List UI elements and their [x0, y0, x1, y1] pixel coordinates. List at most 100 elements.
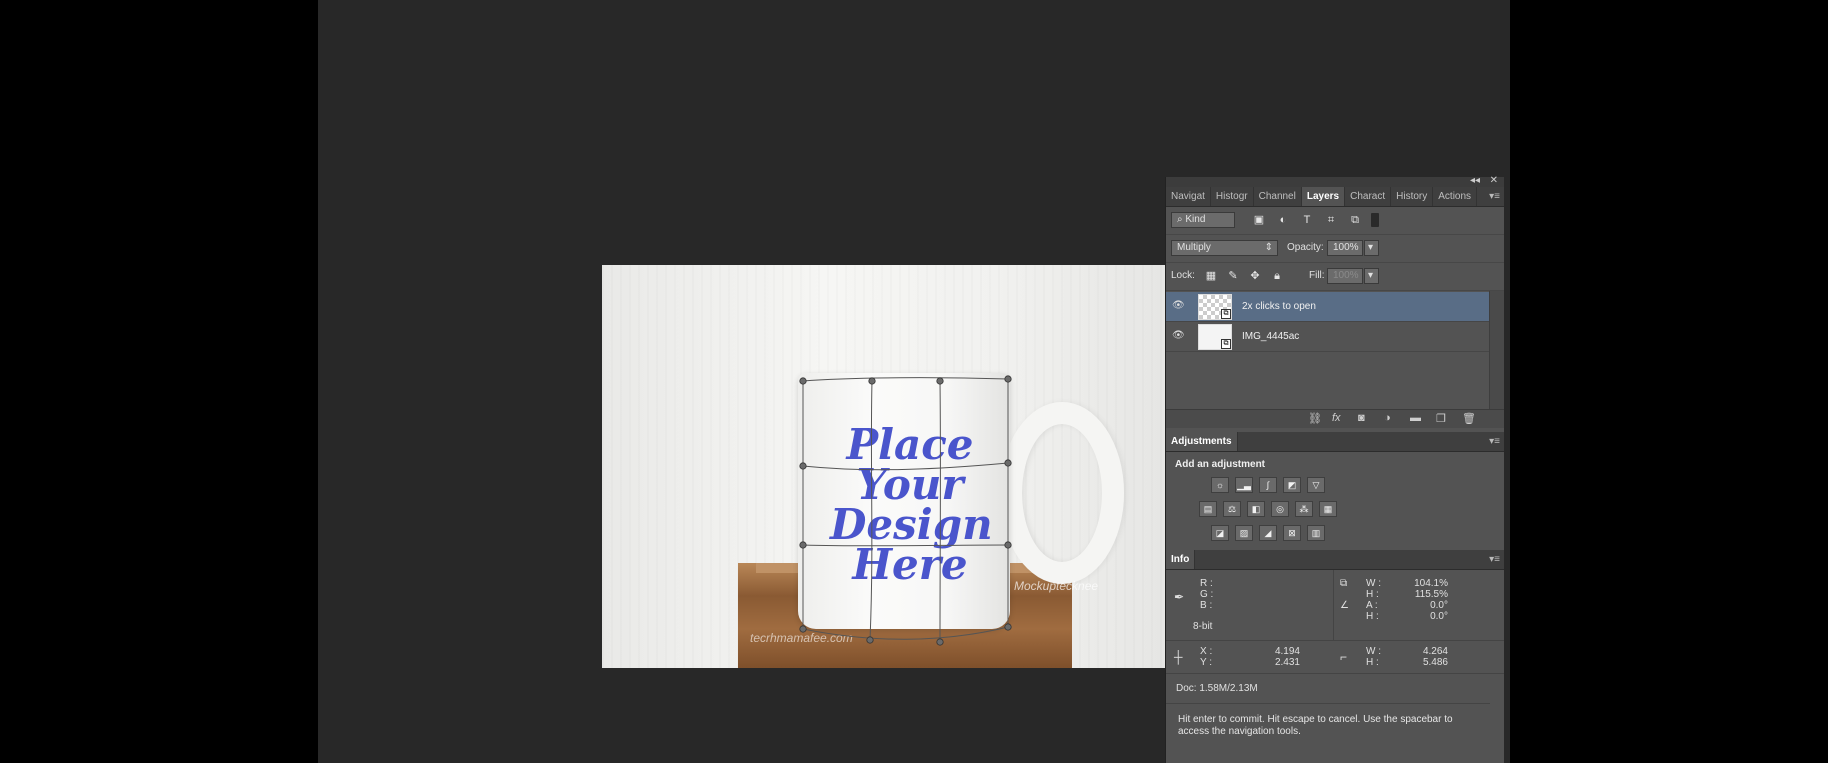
- trash-icon[interactable]: 🗑︎: [1462, 412, 1476, 425]
- chevron-updown-icon: ⇕: [1264, 242, 1273, 253]
- layers-scrollbar[interactable]: [1489, 291, 1504, 409]
- color-lookup-icon[interactable]: ▦: [1319, 501, 1337, 517]
- visibility-eye-icon[interactable]: 👁︎: [1172, 330, 1186, 342]
- adjustments-title: Add an adjustment: [1175, 459, 1266, 470]
- gradient-map-icon[interactable]: ▥: [1307, 525, 1325, 541]
- layers-list: 👁︎ ⧉ 2x clicks to open 👁︎ ⧉ IMG_4445ac: [1166, 291, 1504, 409]
- fx-icon[interactable]: fx: [1332, 412, 1341, 424]
- selective-color-icon[interactable]: ⊠: [1283, 525, 1301, 541]
- new-adjustment-icon[interactable]: ◑: [1384, 412, 1391, 424]
- tab-history[interactable]: History: [1391, 187, 1434, 206]
- curves-icon[interactable]: ∫: [1259, 477, 1277, 493]
- layer-thumbnail: ⧉: [1198, 324, 1232, 350]
- lock-label: Lock:: [1171, 270, 1195, 281]
- fill-input[interactable]: 100%: [1327, 268, 1363, 284]
- opacity-label: Opacity:: [1287, 242, 1324, 253]
- eyedropper-icon: ✒: [1174, 590, 1185, 604]
- black-white-icon[interactable]: ◧: [1247, 501, 1265, 517]
- info-sh-label: H :: [1366, 657, 1379, 668]
- tab-info[interactable]: Info: [1166, 550, 1196, 569]
- fill-dropdown-icon[interactable]: ▾: [1364, 268, 1379, 284]
- exposure-icon[interactable]: ◩: [1283, 477, 1301, 493]
- vibrance-icon[interactable]: ▽: [1307, 477, 1325, 493]
- new-layer-icon[interactable]: ❐: [1436, 412, 1446, 425]
- panel-menu-icon[interactable]: ▾≡: [1489, 554, 1500, 565]
- info-divider-h: [1166, 673, 1504, 674]
- crosshair-icon: ┼: [1174, 650, 1183, 664]
- hint-text: Hit enter to commit. Hit escape to cance…: [1166, 703, 1490, 748]
- lock-position-icon[interactable]: ✥: [1248, 269, 1262, 283]
- tab-layers[interactable]: Layers: [1301, 187, 1346, 206]
- info-x-value: 4.194: [1274, 646, 1300, 657]
- hue-saturation-icon[interactable]: ▤: [1199, 501, 1217, 517]
- info-sw-value: 4.264: [1422, 646, 1448, 657]
- link-layers-icon[interactable]: ⛓: [1308, 412, 1322, 425]
- info-divider-h: [1166, 640, 1504, 641]
- tab-actions[interactable]: Actions: [1433, 187, 1478, 206]
- info-x-label: X :: [1200, 646, 1213, 657]
- opacity-dropdown-icon[interactable]: ▾: [1364, 240, 1379, 256]
- info-h2-value: 0.0°: [1430, 611, 1448, 622]
- panel-menu-icon[interactable]: ▾≡: [1489, 191, 1500, 202]
- layer-row[interactable]: 👁︎ ⧉ 2x clicks to open: [1166, 292, 1489, 322]
- lock-image-icon[interactable]: ✎: [1226, 269, 1240, 283]
- threshold-icon[interactable]: ◢: [1259, 525, 1277, 541]
- opacity-input[interactable]: 100%: [1327, 240, 1363, 256]
- info-sw-label: W :: [1366, 646, 1381, 657]
- filter-toggle-switch[interactable]: [1371, 213, 1379, 227]
- layer-thumbnail: ⧉: [1198, 294, 1232, 320]
- info-y-value: 2.431: [1274, 657, 1300, 668]
- info-a-value: 0.0°: [1430, 600, 1448, 611]
- info-g-label: G :: [1200, 589, 1214, 600]
- tab-character[interactable]: Charact: [1345, 187, 1392, 206]
- layer-row[interactable]: 👁︎ ⧉ IMG_4445ac: [1166, 322, 1489, 352]
- tab-histogram[interactable]: Histogr: [1211, 187, 1254, 206]
- collapse-panels-icon[interactable]: ◂◂: [1470, 175, 1480, 186]
- lock-all-icon[interactable]: 🔒︎: [1270, 269, 1284, 283]
- info-sh-value: 5.486: [1422, 657, 1448, 668]
- brightness-contrast-icon[interactable]: ☼: [1211, 477, 1229, 493]
- lock-row: Lock: ▦ ✎ ✥ 🔒︎ Fill: 100% ▾: [1166, 263, 1504, 291]
- lock-transparency-icon[interactable]: ▦: [1204, 269, 1218, 283]
- info-w-label: W :: [1366, 578, 1381, 589]
- warp-mesh[interactable]: [602, 265, 1166, 668]
- photo-filter-icon[interactable]: ◎: [1271, 501, 1289, 517]
- fill-label: Fill:: [1309, 270, 1325, 281]
- type-filter-icon[interactable]: T: [1300, 213, 1314, 227]
- doc-size: Doc: 1.58M/2.13M: [1176, 683, 1258, 694]
- channel-mixer-icon[interactable]: ⁂: [1295, 501, 1313, 517]
- adjustments-tabbar: Adjustments ▾≡: [1166, 432, 1504, 452]
- smart-object-badge-icon: ⧉: [1221, 309, 1231, 319]
- transform-icon: ⧉: [1340, 578, 1348, 589]
- visibility-eye-icon[interactable]: 👁︎: [1172, 300, 1186, 312]
- panel-menu-icon[interactable]: ▾≡: [1489, 436, 1500, 447]
- smart-object-filter-icon[interactable]: ⧉: [1348, 213, 1362, 227]
- info-divider: [1333, 570, 1334, 640]
- layer-name: IMG_4445ac: [1242, 331, 1300, 342]
- layer-name: 2x clicks to open: [1242, 301, 1316, 312]
- selection-size-icon: ⌐: [1340, 650, 1348, 664]
- invert-icon[interactable]: ◪: [1211, 525, 1229, 541]
- adjustment-row: ▤ ⚖ ◧ ◎ ⁂ ▦: [1166, 498, 1504, 522]
- close-panel-icon[interactable]: ✕: [1490, 175, 1498, 186]
- panel-dock: ◂◂ ✕ Navigat Histogr Channel Layers Char…: [1165, 175, 1504, 763]
- info-a-label: A :: [1366, 600, 1378, 611]
- top-tabbar: Navigat Histogr Channel Layers Charact H…: [1166, 187, 1504, 207]
- new-group-icon[interactable]: ▬: [1410, 412, 1421, 424]
- levels-icon[interactable]: ▁▃: [1235, 477, 1253, 493]
- tab-channels[interactable]: Channel: [1254, 187, 1302, 206]
- shape-filter-icon[interactable]: ⌗: [1324, 213, 1338, 227]
- bit-depth: 8-bit: [1193, 621, 1213, 632]
- filter-kind-select[interactable]: ⌕ Kind: [1171, 212, 1235, 228]
- blend-mode-select[interactable]: Multiply ⇕: [1171, 240, 1278, 256]
- info-b-label: B :: [1200, 600, 1213, 611]
- posterize-icon[interactable]: ▨: [1235, 525, 1253, 541]
- adjustment-filter-icon[interactable]: ◐: [1276, 213, 1290, 227]
- tab-adjustments[interactable]: Adjustments: [1166, 432, 1238, 451]
- add-mask-icon[interactable]: ◙: [1358, 412, 1365, 424]
- tab-navigator[interactable]: Navigat: [1166, 187, 1211, 206]
- info-w-value: 104.1%: [1414, 578, 1448, 589]
- pixel-filter-icon[interactable]: ▣: [1252, 213, 1266, 227]
- canvas-image[interactable]: Place Your Design Here tecrhmamafee.com …: [602, 265, 1166, 668]
- color-balance-icon[interactable]: ⚖: [1223, 501, 1241, 517]
